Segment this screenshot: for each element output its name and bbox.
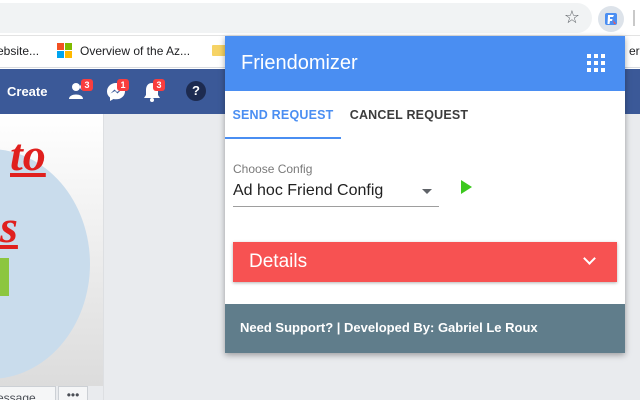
help-icon[interactable]: ? — [186, 81, 206, 101]
tab-bar: SEND REQUEST CANCEL REQUEST — [225, 91, 625, 139]
star-icon[interactable]: ☆ — [561, 7, 583, 29]
footer-text: Need Support? | Developed By: Gabriel Le… — [240, 320, 538, 335]
more-options-button[interactable]: ••• — [58, 386, 88, 400]
column-divider — [103, 114, 104, 400]
apps-grid-icon[interactable] — [587, 54, 605, 72]
play-icon[interactable] — [461, 180, 472, 194]
details-panel[interactable]: Details — [233, 242, 617, 282]
folder-icon — [212, 45, 226, 56]
cover-green-block — [0, 258, 9, 296]
address-bar[interactable] — [0, 3, 592, 33]
browser-toolbar: ☆ — [0, 0, 640, 36]
bookmark-azure-overview[interactable]: Overview of the Az... — [80, 44, 190, 58]
details-label: Details — [249, 251, 308, 272]
friendomizer-logo-icon — [605, 13, 617, 25]
chevron-down-icon — [583, 252, 596, 265]
cover-text-top: to — [10, 129, 46, 180]
toolbar-separator — [633, 10, 635, 26]
bookmark-website[interactable]: ebsite... — [0, 44, 39, 58]
extension-icon[interactable] — [598, 6, 624, 32]
friendomizer-popup: Friendomizer SEND REQUEST CANCEL REQUEST… — [225, 36, 625, 353]
notifications-badge: 3 — [153, 79, 165, 91]
dropdown-caret-icon — [422, 189, 432, 194]
popup-footer: Need Support? | Developed By: Gabriel Le… — [225, 304, 625, 353]
create-link[interactable]: Create — [7, 84, 47, 99]
config-label: Choose Config — [233, 162, 313, 176]
messages-badge: 1 — [117, 79, 129, 91]
message-button[interactable]: essage — [0, 386, 56, 400]
popup-title: Friendomizer — [241, 52, 358, 74]
microsoft-logo-icon — [57, 43, 72, 58]
tab-send-request[interactable]: SEND REQUEST — [225, 91, 341, 139]
friend-requests-badge: 3 — [81, 79, 93, 91]
tab-cancel-request[interactable]: CANCEL REQUEST — [341, 91, 477, 139]
bookmark-truncated[interactable]: er l — [629, 44, 640, 58]
config-select[interactable]: Ad hoc Friend Config — [233, 180, 439, 207]
config-selected-value: Ad hoc Friend Config — [233, 182, 384, 199]
cover-circle — [0, 149, 90, 379]
popup-header: Friendomizer — [225, 36, 625, 91]
cover-text-bottom: s — [0, 201, 18, 252]
